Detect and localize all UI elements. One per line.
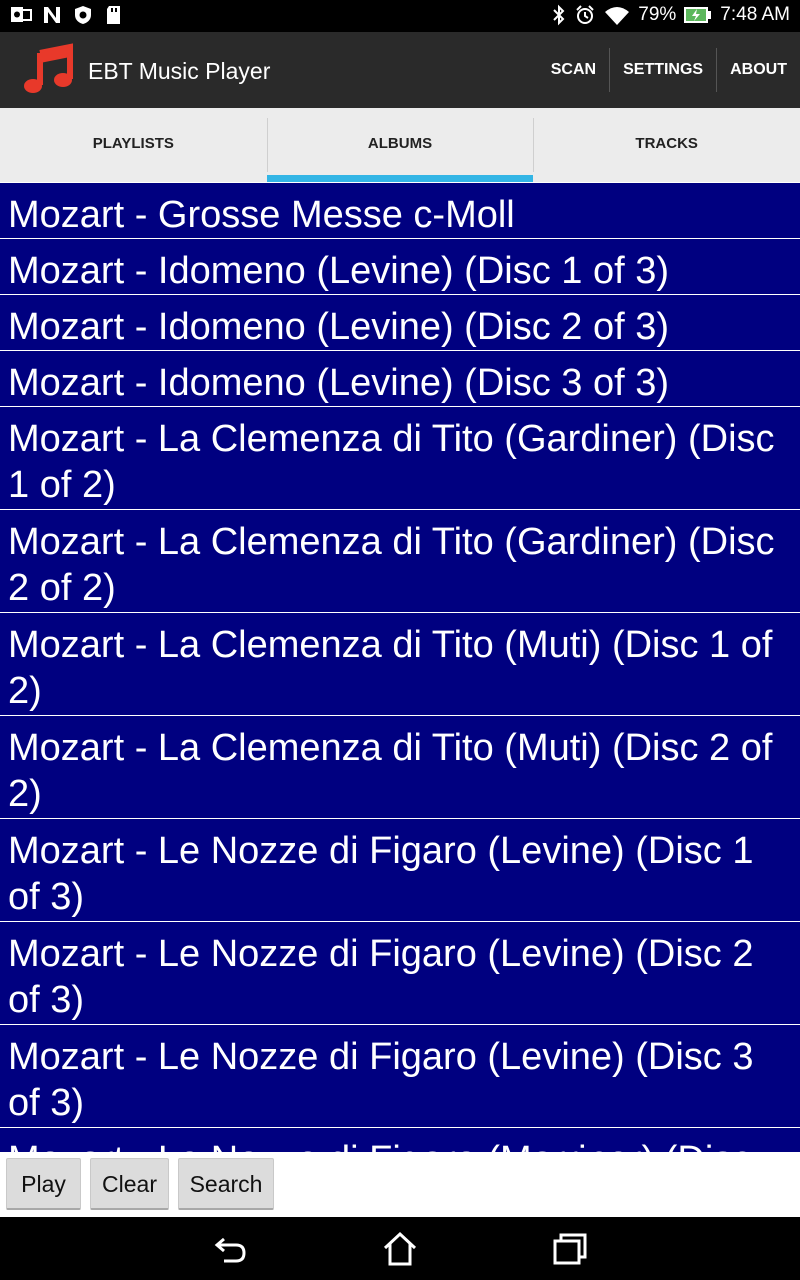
list-item[interactable]: Mozart - La Clemenza di Tito (Gardiner) … <box>0 407 800 510</box>
app-title: EBT Music Player <box>88 58 271 84</box>
button-bar: Play Clear Search <box>0 1152 800 1217</box>
play-button[interactable]: Play <box>6 1158 81 1210</box>
home-icon[interactable] <box>382 1231 418 1267</box>
list-item[interactable]: Mozart - Idomeno (Levine) (Disc 3 of 3) <box>0 351 800 407</box>
n-app-icon <box>44 7 60 23</box>
tab-bar: PLAYLISTS ALBUMS TRACKS <box>0 108 800 182</box>
list-item[interactable]: Mozart - Idomeno (Levine) (Disc 1 of 3) <box>0 239 800 295</box>
alarm-icon <box>576 5 594 24</box>
album-list[interactable]: Mozart - Grosse Messe c-Moll Mozart - Id… <box>0 183 800 1152</box>
tab-albums[interactable]: ALBUMS <box>266 108 534 182</box>
action-bar: EBT Music Player SCAN SETTINGS ABOUT <box>0 32 800 108</box>
settings-button[interactable]: SETTINGS <box>610 48 716 92</box>
about-button[interactable]: ABOUT <box>717 48 800 92</box>
bluetooth-icon <box>553 4 565 26</box>
list-item[interactable]: Mozart - Le Nozze di Figaro (Levine) (Di… <box>0 1025 800 1128</box>
list-item[interactable]: Mozart - Le Nozze di Figaro (Marriner) (… <box>0 1128 800 1152</box>
clock: 7:48 AM <box>720 4 790 25</box>
tab-playlists[interactable]: PLAYLISTS <box>0 108 267 182</box>
navigation-bar <box>0 1217 800 1280</box>
list-item[interactable]: Mozart - La Clemenza di Tito (Muti) (Dis… <box>0 613 800 716</box>
list-item[interactable]: Mozart - Idomeno (Levine) (Disc 2 of 3) <box>0 295 800 351</box>
wifi-icon <box>605 7 630 25</box>
search-button[interactable]: Search <box>178 1158 274 1210</box>
tab-tracks[interactable]: TRACKS <box>533 108 800 182</box>
status-bar: 79% 7:48 AM <box>0 0 800 32</box>
list-item[interactable]: Mozart - Le Nozze di Figaro (Levine) (Di… <box>0 819 800 922</box>
recent-apps-icon[interactable] <box>552 1231 588 1267</box>
sd-card-icon <box>107 6 120 24</box>
scan-button[interactable]: SCAN <box>538 48 609 92</box>
clear-button[interactable]: Clear <box>90 1158 169 1210</box>
battery-percent: 79% <box>638 4 677 25</box>
shield-icon <box>75 6 91 24</box>
list-item[interactable]: Mozart - Le Nozze di Figaro (Levine) (Di… <box>0 922 800 1025</box>
list-item[interactable]: Mozart - La Clemenza di Tito (Gardiner) … <box>0 510 800 613</box>
outlook-icon <box>11 7 32 22</box>
list-item[interactable]: Mozart - La Clemenza di Tito (Muti) (Dis… <box>0 716 800 819</box>
list-item[interactable]: Mozart - Grosse Messe c-Moll <box>0 183 800 239</box>
music-note-icon <box>24 43 73 93</box>
battery-charging-icon <box>684 7 712 23</box>
back-icon[interactable] <box>212 1231 248 1267</box>
